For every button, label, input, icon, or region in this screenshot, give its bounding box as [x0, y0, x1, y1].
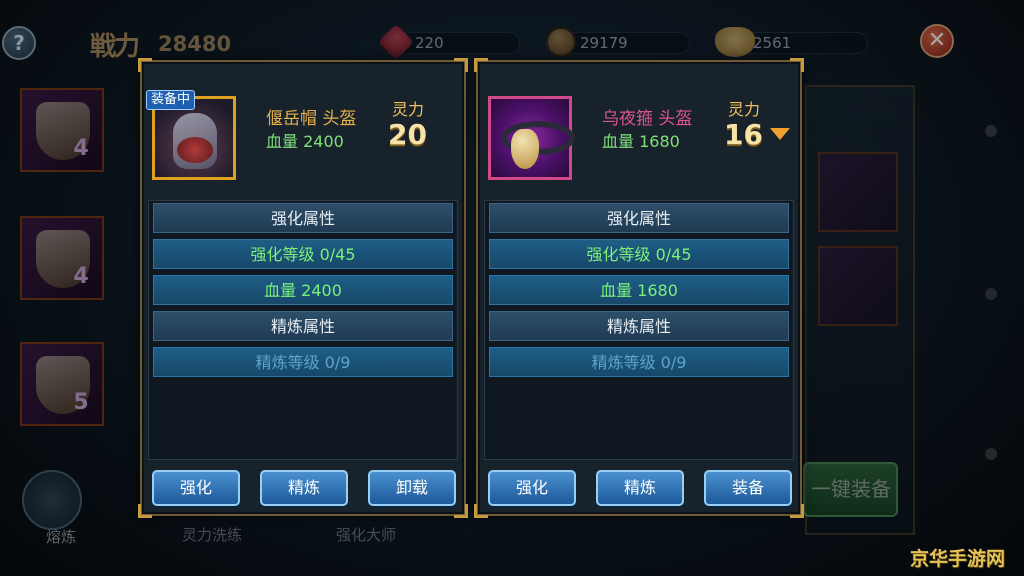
frame-corner: [474, 504, 488, 518]
frame-corner: [138, 58, 152, 72]
unequip-button[interactable]: 卸载: [368, 470, 456, 506]
attribute-list: 强化属性 强化等级 0/45 血量 2400 精炼属性 精炼等级 0/9: [148, 200, 458, 460]
refine-attributes-header: 精炼属性: [489, 311, 789, 341]
item-hp: 血量 2400: [266, 132, 344, 151]
frame-corner: [790, 504, 804, 518]
frame-corner: [790, 58, 804, 72]
enhance-attributes-header: 强化属性: [489, 203, 789, 233]
equip-button[interactable]: 装备: [704, 470, 792, 506]
enhance-level-row: 强化等级 0/45: [153, 239, 453, 269]
frame-corner: [474, 58, 488, 72]
enhance-button[interactable]: 强化: [152, 470, 240, 506]
refine-level-row: 精炼等级 0/9: [489, 347, 789, 377]
enhance-hp-row: 血量 1680: [489, 275, 789, 305]
enhance-level-row: 强化等级 0/45: [489, 239, 789, 269]
item-name: 偃岳帽 头盔: [266, 109, 357, 129]
attribute-list: 强化属性 强化等级 0/45 血量 1680 精炼属性 精炼等级 0/9: [484, 200, 794, 460]
enhance-button[interactable]: 强化: [488, 470, 576, 506]
equipped-badge: 装备中: [146, 90, 196, 110]
spirit-value: 20: [388, 118, 427, 151]
decrease-arrow-icon: [770, 128, 790, 140]
compare-item-panel: 乌夜箍 头盔 血量 1680 灵力 16 强化属性 强化等级 0/45 血量 1…: [474, 58, 804, 518]
refine-level-row: 精炼等级 0/9: [153, 347, 453, 377]
enhance-attributes-header: 强化属性: [153, 203, 453, 233]
item-hp: 血量 1680: [602, 132, 680, 151]
frame-corner: [454, 58, 468, 72]
item-name: 乌夜箍 头盔: [602, 109, 693, 129]
site-watermark: 京华手游网: [910, 548, 1006, 570]
spirit-label: 灵力: [392, 100, 425, 119]
enhance-hp-row: 血量 2400: [153, 275, 453, 305]
spirit-value: 16: [724, 118, 763, 151]
headband-icon: [488, 96, 575, 180]
game-screen: ? 戦力 28480 220 29179 2561 ✕ 4 4 5 熔炼 灵力洗…: [0, 0, 1024, 576]
refine-button[interactable]: 精炼: [260, 470, 348, 506]
refine-attributes-header: 精炼属性: [153, 311, 453, 341]
frame-corner: [454, 504, 468, 518]
equipped-item-panel: 装备中 偃岳帽 头盔 血量 2400 灵力 20 强化属性 强化等级 0/45 …: [138, 58, 468, 518]
spirit-label: 灵力: [728, 100, 761, 119]
refine-button[interactable]: 精炼: [596, 470, 684, 506]
frame-corner: [138, 504, 152, 518]
